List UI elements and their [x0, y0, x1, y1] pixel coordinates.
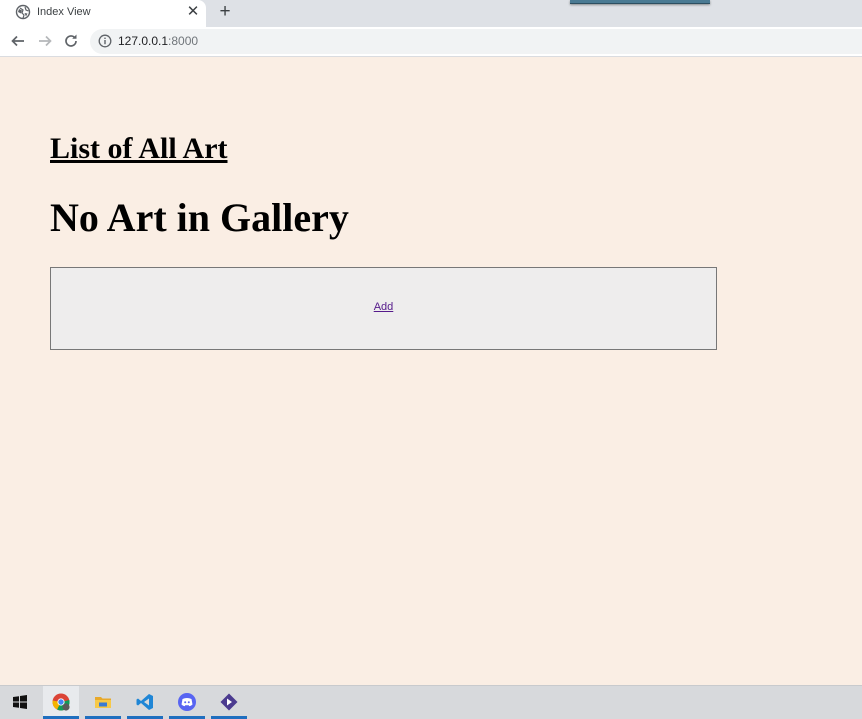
empty-gallery-message: No Art in Gallery: [50, 195, 349, 240]
back-arrow-icon[interactable]: [8, 31, 28, 51]
app-diamond-icon: [220, 693, 238, 711]
browser-tab-strip: Index View ✕ +: [0, 0, 862, 27]
vscode-icon: [136, 694, 153, 710]
browser-tab[interactable]: Index View ✕: [0, 0, 206, 27]
url-port: :8000: [168, 34, 199, 48]
taskbar-chrome[interactable]: [43, 686, 79, 719]
taskbar-vscode[interactable]: [127, 686, 163, 719]
globe-icon: [15, 4, 31, 20]
new-tab-icon[interactable]: +: [214, 1, 236, 23]
browser-toolbar: 127.0.0.1:8000: [0, 27, 862, 57]
address-bar[interactable]: 127.0.0.1:8000: [90, 29, 862, 54]
windows-start-icon: [13, 695, 27, 709]
close-tab-icon[interactable]: ✕: [183, 2, 203, 22]
tab-title: Index View: [37, 6, 91, 18]
window-edge: [570, 0, 710, 4]
file-explorer-icon: [95, 697, 111, 708]
url-text[interactable]: 127.0.0.1:8000: [118, 34, 198, 48]
taskbar-app[interactable]: [211, 686, 247, 719]
info-icon[interactable]: [98, 34, 112, 48]
taskbar: [0, 685, 862, 719]
page-viewport: List of All Art No Art in Gallery Add: [0, 57, 862, 685]
forward-arrow-icon[interactable]: [35, 31, 55, 51]
page-title: List of All Art: [50, 132, 228, 165]
start-button[interactable]: [2, 686, 38, 719]
chrome-icon: [52, 693, 70, 711]
url-host: 127.0.0.1: [118, 34, 169, 48]
discord-icon: [178, 693, 196, 711]
reload-icon[interactable]: [61, 31, 81, 51]
taskbar-file-explorer[interactable]: [85, 686, 121, 719]
add-art-link[interactable]: Add: [51, 301, 716, 313]
add-art-container: Add: [50, 267, 717, 350]
taskbar-discord[interactable]: [169, 686, 205, 719]
